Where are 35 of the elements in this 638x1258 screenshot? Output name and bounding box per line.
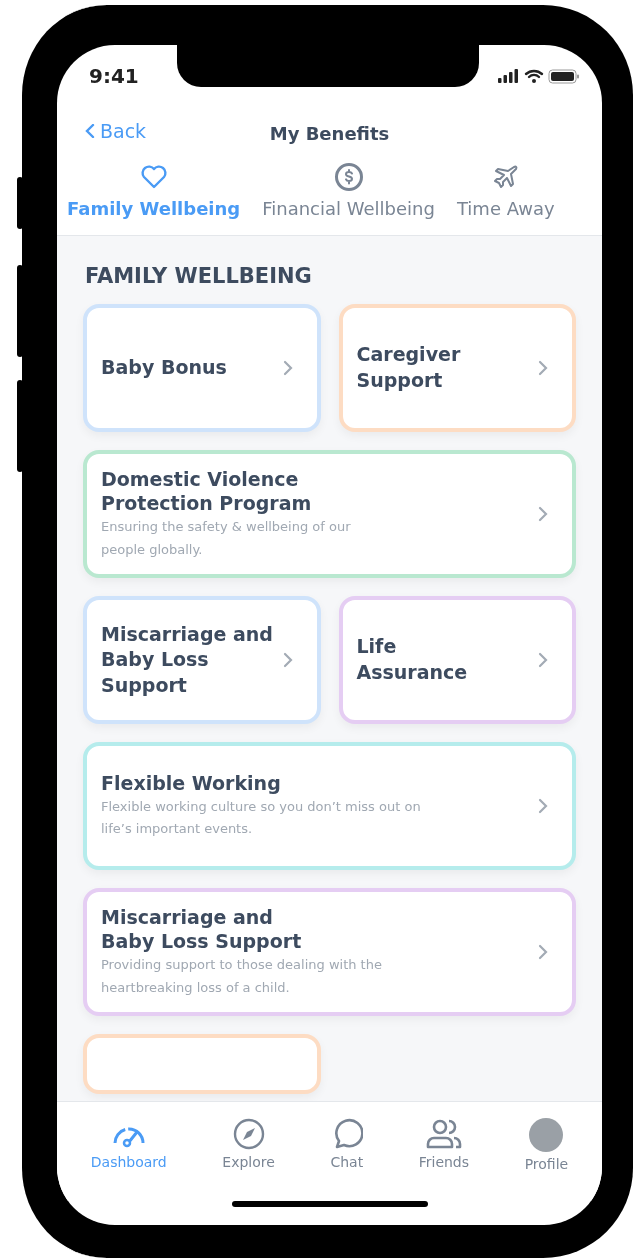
chevron-right-icon <box>538 506 548 522</box>
bottom-nav-item[interactable]: Friends <box>418 1118 470 1170</box>
category-tab[interactable]: Family Wellbeing <box>67 162 241 219</box>
benefit-card[interactable]: Caregiver Support <box>338 304 576 432</box>
chevron-right-icon <box>538 798 548 814</box>
back-button[interactable]: Back <box>85 119 147 142</box>
category-tab[interactable]: Time Away <box>456 162 555 219</box>
status-time: 9:41 <box>89 64 139 88</box>
benefit-card[interactable] <box>83 1034 321 1094</box>
chevron-right-icon <box>282 652 293 668</box>
battery-icon <box>548 69 579 84</box>
avatar-placeholder <box>529 1118 564 1152</box>
benefit-card[interactable]: Miscarriage and Baby Loss Support Providing support to those dealing with the heartbreaking loss of a child. <box>83 888 576 1016</box>
bottom-nav-item[interactable]: Explore <box>222 1118 275 1170</box>
benefit-card[interactable]: Miscarriage and Baby Loss Support <box>83 596 321 724</box>
chevron-right-icon <box>538 360 548 376</box>
dollar-coin-icon <box>333 162 364 192</box>
chevron-right-icon <box>282 360 293 376</box>
bottom-nav-item[interactable]: Dashboard <box>90 1118 167 1170</box>
bottom-nav-item[interactable]: Profile <box>524 1118 569 1172</box>
people-icon <box>425 1118 462 1150</box>
benefit-card[interactable]: Flexible Working Flexible working culture so you don’t miss out on life’s important events. <box>83 742 576 870</box>
bottom-nav-item[interactable]: Chat <box>330 1118 364 1170</box>
signal-icon <box>498 69 518 83</box>
benefit-card[interactable]: Domestic Violence Protection Program Ensuring the safety & wellbeing of our people globally. <box>83 450 576 578</box>
page-title: My Benefits <box>269 123 390 144</box>
section-heading: FAMILY WELLBEING <box>85 264 313 288</box>
benefit-card[interactable]: Life Assurance <box>338 596 576 724</box>
wifi-icon <box>524 69 544 83</box>
category-tab[interactable]: Financial Wellbeing <box>262 162 435 219</box>
chevron-right-icon <box>538 944 548 960</box>
chevron-left-icon <box>85 123 95 138</box>
compass-icon <box>232 1118 265 1150</box>
benefit-card[interactable]: Baby Bonus <box>83 304 321 432</box>
chevron-right-icon <box>538 652 548 668</box>
